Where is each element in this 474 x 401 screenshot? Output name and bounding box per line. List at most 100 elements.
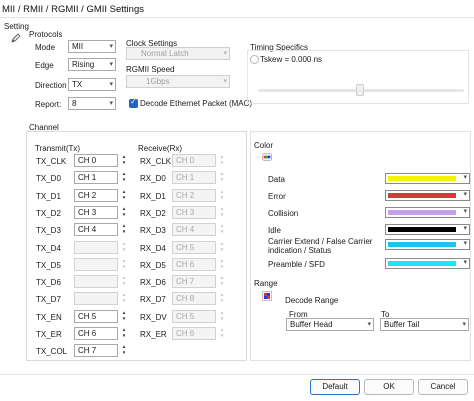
chevron-down-icon: ▾ [463, 225, 467, 232]
rx-channel-input[interactable]: CH 5 [172, 241, 216, 254]
edge-select[interactable]: Rising ▾ [68, 58, 116, 71]
tx-channel-label: TX_D4 [36, 244, 61, 253]
spin-arrows-icon[interactable]: ▲ ▼ [218, 189, 226, 202]
chevron-down-icon: ▾ [463, 208, 467, 215]
rx-channel-label: RX_D7 [140, 295, 166, 304]
rx-channel-input[interactable]: CH 8 [172, 292, 216, 305]
rx-channel-input[interactable]: CH 6 [172, 258, 216, 271]
clock-settings-select[interactable]: Normal Latch ▾ [126, 47, 230, 60]
spin-arrows-icon[interactable]: ▲ ▼ [218, 154, 226, 167]
rx-channel-input[interactable]: CH 2 [172, 189, 216, 202]
edge-label: Edge [35, 61, 54, 70]
tskew-slider-thumb[interactable] [356, 84, 364, 96]
decode-ethernet-checkbox[interactable] [129, 97, 138, 108]
tx-channel-label: TX_COL [36, 347, 68, 356]
chevron-down-icon: ▾ [223, 78, 227, 85]
spin-arrows-icon[interactable]: ▲ ▼ [120, 344, 128, 357]
tx-channel-input[interactable]: CH 4 [74, 223, 118, 236]
tskew-radio[interactable] [250, 55, 259, 64]
range-from-select[interactable]: Buffer Head ▾ [286, 318, 374, 331]
spin-arrows-icon[interactable]: ▲ ▼ [218, 292, 226, 305]
report-select[interactable]: 8 ▾ [68, 97, 116, 110]
color-item-label: Error [268, 192, 286, 201]
spin-arrows-icon[interactable]: ▲ ▼ [120, 258, 128, 271]
decode-range-label: Decode Range [285, 296, 339, 305]
spin-arrows-icon[interactable]: ▲ ▼ [120, 241, 128, 254]
chevron-down-icon: ▾ [463, 240, 467, 247]
color-picker[interactable]: ▾ [385, 207, 470, 218]
color-item-label: Carrier Extend / False Carrier indicatio… [268, 237, 373, 255]
spin-arrows-icon[interactable]: ▲ ▼ [218, 327, 226, 340]
spin-arrows-icon[interactable]: ▲ ▼ [218, 241, 226, 254]
rx-channel-input[interactable]: CH 3 [172, 206, 216, 219]
rx-channel-label: RX_DV [140, 313, 167, 322]
chevron-down-icon: ▾ [109, 43, 113, 50]
spin-arrows-icon[interactable]: ▲ ▼ [120, 171, 128, 184]
rx-channel-label: RX_ER [140, 330, 167, 339]
tx-channel-input[interactable]: CH 1 [74, 171, 118, 184]
rx-channel-input[interactable]: CH 4 [172, 223, 216, 236]
spin-arrows-icon[interactable]: ▲ ▼ [120, 223, 128, 236]
color-swatch [388, 261, 456, 266]
tx-channel-input[interactable] [74, 241, 118, 254]
decode-ethernet-label: Decode Ethernet Packet (MAC) [140, 99, 253, 108]
rx-channel-input[interactable]: CH 7 [172, 275, 216, 288]
cancel-button[interactable]: Cancel [418, 379, 468, 395]
spin-arrows-icon[interactable]: ▲ ▼ [218, 275, 226, 288]
edit-icon[interactable] [11, 33, 21, 43]
spin-arrows-icon[interactable]: ▲ ▼ [218, 310, 226, 323]
spin-arrows-icon[interactable]: ▲ ▼ [120, 206, 128, 219]
chevron-down-icon: ▾ [463, 174, 467, 181]
tx-channel-input[interactable] [74, 258, 118, 271]
spin-arrows-icon[interactable]: ▲ ▼ [218, 258, 226, 271]
spin-arrows-icon[interactable]: ▲ ▼ [218, 223, 226, 236]
palette-icon [262, 152, 272, 162]
rx-channel-input[interactable]: CH 0 [172, 154, 216, 167]
chevron-down-icon: ▾ [462, 321, 466, 328]
spin-arrows-icon[interactable]: ▲ ▼ [120, 275, 128, 288]
rx-channel-input[interactable]: CH 6 [172, 327, 216, 340]
tx-channel-label: TX_D3 [36, 226, 61, 235]
rx-channel-input[interactable]: CH 5 [172, 310, 216, 323]
setting-label: Setting [4, 22, 29, 31]
direction-select[interactable]: TX ▾ [68, 78, 116, 91]
tx-channel-input[interactable]: CH 3 [74, 206, 118, 219]
spin-arrows-icon[interactable]: ▲ ▼ [218, 171, 226, 184]
color-picker[interactable]: ▾ [385, 190, 470, 201]
rx-channel-input[interactable]: CH 1 [172, 171, 216, 184]
color-swatch [388, 227, 456, 232]
range-icon [262, 291, 272, 301]
spin-arrows-icon[interactable]: ▲ ▼ [120, 154, 128, 167]
mode-select[interactable]: MII ▾ [68, 40, 116, 53]
spin-arrows-icon[interactable]: ▲ ▼ [120, 292, 128, 305]
spin-arrows-icon[interactable]: ▲ ▼ [120, 327, 128, 340]
color-label: Color [254, 141, 274, 150]
color-picker[interactable]: ▾ [385, 224, 470, 235]
tx-channel-input[interactable]: CH 5 [74, 310, 118, 323]
rx-channel-label: RX_D6 [140, 278, 166, 287]
ok-button[interactable]: OK [364, 379, 414, 395]
rx-channel-label: RX_D4 [140, 244, 166, 253]
spin-arrows-icon[interactable]: ▲ ▼ [120, 310, 128, 323]
tx-channel-input[interactable] [74, 275, 118, 288]
color-picker[interactable]: ▾ [385, 173, 470, 184]
color-swatch [388, 193, 456, 198]
tx-channel-input[interactable]: CH 0 [74, 154, 118, 167]
tx-channel-input[interactable]: CH 6 [74, 327, 118, 340]
tx-channel-input[interactable]: CH 2 [74, 189, 118, 202]
rgmii-speed-label: RGMII Speed [126, 65, 175, 74]
chevron-down-icon: ▾ [109, 61, 113, 68]
tx-channel-input[interactable]: CH 7 [74, 344, 118, 357]
spin-arrows-icon[interactable]: ▲ ▼ [218, 206, 226, 219]
rgmii-speed-select[interactable]: 1Gbps ▾ [126, 75, 230, 88]
tx-channel-input[interactable] [74, 292, 118, 305]
color-picker[interactable]: ▾ [385, 239, 470, 250]
color-picker[interactable]: ▾ [385, 258, 470, 269]
range-to-select[interactable]: Buffer Tail ▾ [380, 318, 469, 331]
spin-arrows-icon[interactable]: ▲ ▼ [120, 189, 128, 202]
mode-label: Mode [35, 43, 56, 52]
tx-channel-label: TX_D5 [36, 261, 61, 270]
chevron-down-icon: ▾ [463, 259, 467, 266]
color-item-label: Idle [268, 226, 281, 235]
default-button[interactable]: Default [310, 379, 360, 395]
